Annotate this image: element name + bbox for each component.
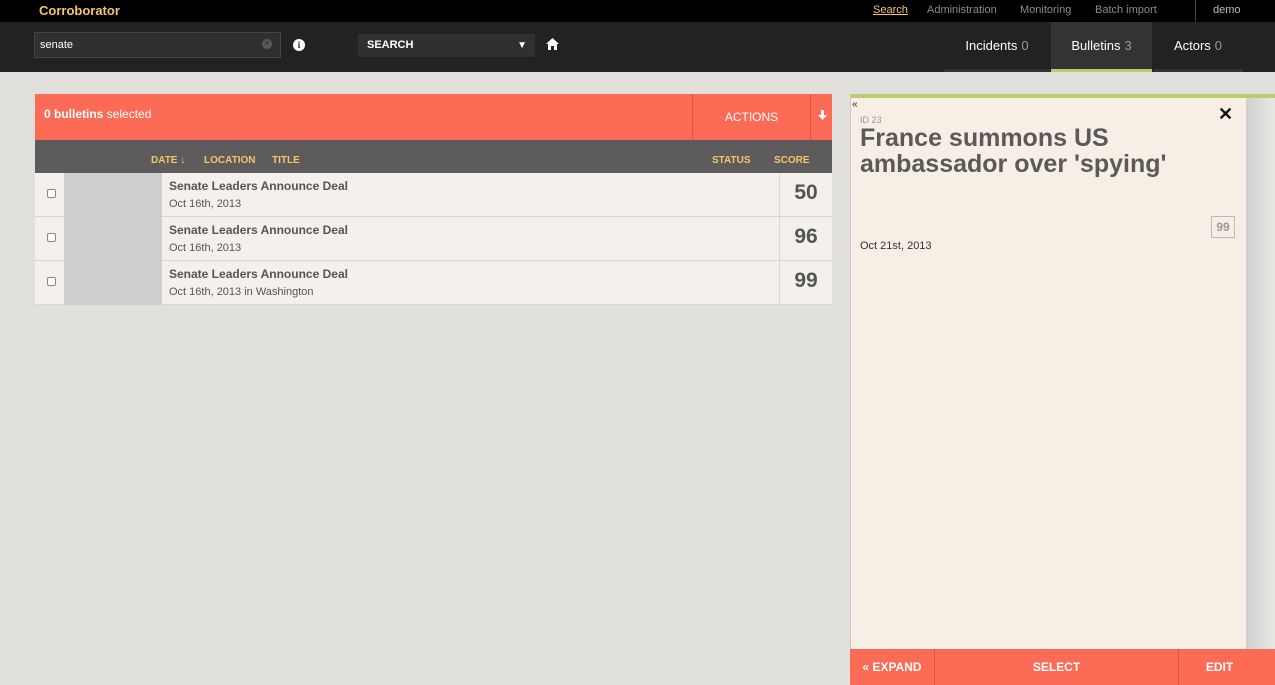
top-bar: Corroborator Search Administration Monit…: [0, 0, 1275, 22]
selection-count: 0 bulletins: [44, 107, 104, 121]
detail-panel: « ID 23 France summons US ambassador ove…: [850, 94, 1246, 685]
column-date[interactable]: DATE ↓: [151, 155, 185, 166]
nav-search[interactable]: Search: [873, 4, 908, 16]
table-row[interactable]: Senate Leaders Announce Deal Oct 16th, 2…: [35, 217, 832, 261]
row-date: Oct 16th, 2013: [169, 198, 242, 210]
selection-status: 0 bulletins selected: [44, 107, 151, 121]
row-title: Senate Leaders Announce Deal: [169, 179, 348, 193]
tab-underline: [944, 69, 1050, 72]
nav-batch-import[interactable]: Batch import: [1095, 4, 1157, 16]
column-score[interactable]: SCORE: [774, 155, 810, 166]
selection-suffix: selected: [103, 107, 152, 121]
thumbnail: [64, 261, 162, 305]
tab-actors-count: 0: [1214, 38, 1223, 53]
chevron-down-icon: ▼: [517, 40, 527, 51]
search-type-label: SEARCH: [367, 39, 414, 51]
column-title[interactable]: TITLE: [272, 155, 300, 166]
table-header: DATE ↓ LOCATION TITLE STATUS SCORE: [35, 140, 832, 173]
tab-bulletins-count: 3: [1124, 38, 1132, 53]
bulletin-score: 99: [1211, 216, 1235, 238]
select-button[interactable]: SELECT: [934, 649, 1178, 685]
row-title: Senate Leaders Announce Deal: [169, 223, 348, 237]
tab-incidents-label: Incidents: [965, 38, 1018, 53]
search-type-select[interactable]: SEARCH ▼: [358, 34, 535, 57]
row-score: 96: [779, 217, 832, 261]
table-row[interactable]: Senate Leaders Announce Deal Oct 16th, 2…: [35, 173, 832, 217]
thumbnail: [64, 217, 162, 261]
thumbnail: [64, 173, 162, 217]
collapse-icon[interactable]: «: [852, 99, 858, 110]
row-score: 99: [779, 261, 832, 305]
row-checkbox[interactable]: [47, 189, 56, 198]
actions-button[interactable]: ACTIONS: [692, 94, 811, 140]
clear-icon[interactable]: ✕: [262, 39, 272, 49]
tab-underline: [1051, 69, 1152, 72]
expand-button[interactable]: « EXPAND: [850, 649, 934, 685]
tab-underline: [1153, 69, 1243, 72]
column-status[interactable]: STATUS: [712, 155, 751, 166]
divider: [1195, 0, 1196, 22]
bulletin-date: Oct 21st, 2013: [860, 240, 932, 252]
tab-bulletins[interactable]: Bulletins 3: [1051, 22, 1152, 72]
user-menu[interactable]: demo: [1213, 4, 1241, 16]
panel-edge: [1246, 94, 1275, 685]
nav-monitoring[interactable]: Monitoring: [1020, 4, 1071, 16]
brand-logo[interactable]: Corroborator: [39, 3, 120, 18]
tab-incidents[interactable]: Incidents 0: [944, 22, 1050, 72]
sort-arrow-icon: ↓: [177, 155, 186, 166]
close-icon[interactable]: ✕: [1218, 104, 1233, 125]
row-title: Senate Leaders Announce Deal: [169, 267, 348, 281]
row-score: 50: [779, 173, 832, 217]
tab-bulletins-label: Bulletins: [1071, 38, 1121, 53]
search-bar: senate ✕ i SEARCH ▼ Incidents 0 Bulletins…: [0, 22, 1275, 72]
row-date: Oct 16th, 2013: [169, 242, 242, 254]
home-icon[interactable]: [546, 37, 559, 55]
actions-bar: 0 bulletins selected ACTIONS: [35, 94, 832, 140]
row-checkbox[interactable]: [47, 277, 56, 286]
tab-actors[interactable]: Actors 0: [1153, 22, 1243, 72]
tab-incidents-count: 0: [1021, 38, 1029, 53]
column-location[interactable]: LOCATION: [204, 155, 255, 166]
tab-actors-label: Actors: [1173, 38, 1211, 53]
search-input[interactable]: senate: [34, 32, 281, 58]
info-icon[interactable]: i: [293, 39, 305, 51]
table-row[interactable]: Senate Leaders Announce Deal Oct 16th, 2…: [35, 261, 832, 305]
column-date-label: DATE: [151, 155, 178, 166]
arrow-down-icon[interactable]: [818, 109, 827, 123]
panel-footer: « EXPAND SELECT EDIT: [850, 649, 1275, 685]
bulletin-title: France summons US ambassador over 'spyin…: [860, 124, 1167, 178]
edit-button[interactable]: EDIT: [1178, 649, 1260, 685]
row-checkbox[interactable]: [47, 233, 56, 242]
nav-administration[interactable]: Administration: [927, 4, 997, 16]
row-date: Oct 16th, 2013 in Washington: [169, 286, 314, 298]
